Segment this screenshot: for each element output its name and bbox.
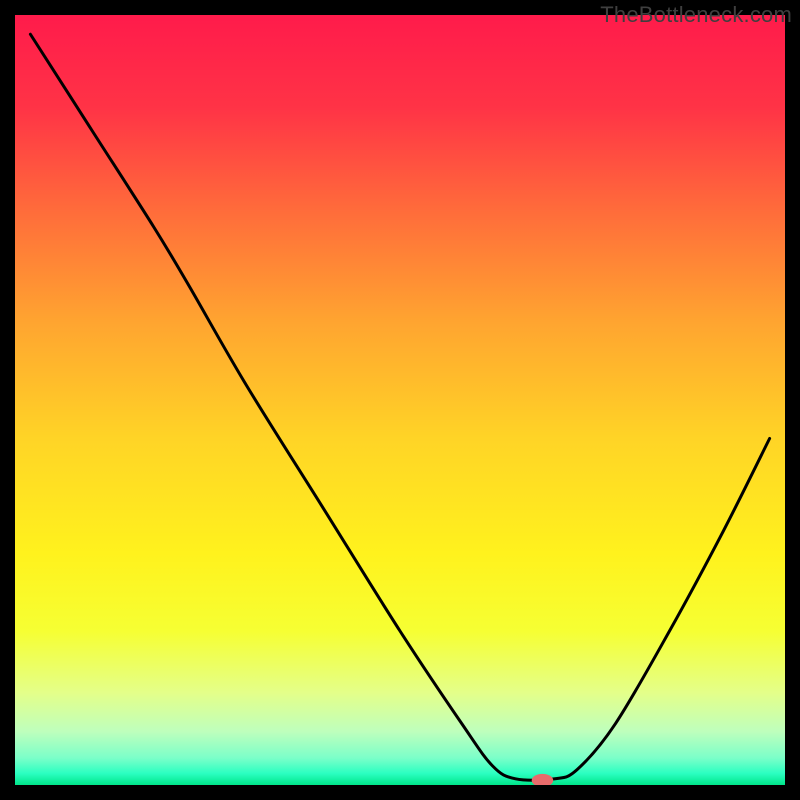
selected-point-marker (532, 774, 554, 787)
plot-area (15, 15, 785, 787)
gradient-background (15, 15, 785, 785)
watermark-label: TheBottleneck.com (600, 2, 792, 28)
chart-svg (0, 0, 800, 800)
bottleneck-chart: TheBottleneck.com (0, 0, 800, 800)
